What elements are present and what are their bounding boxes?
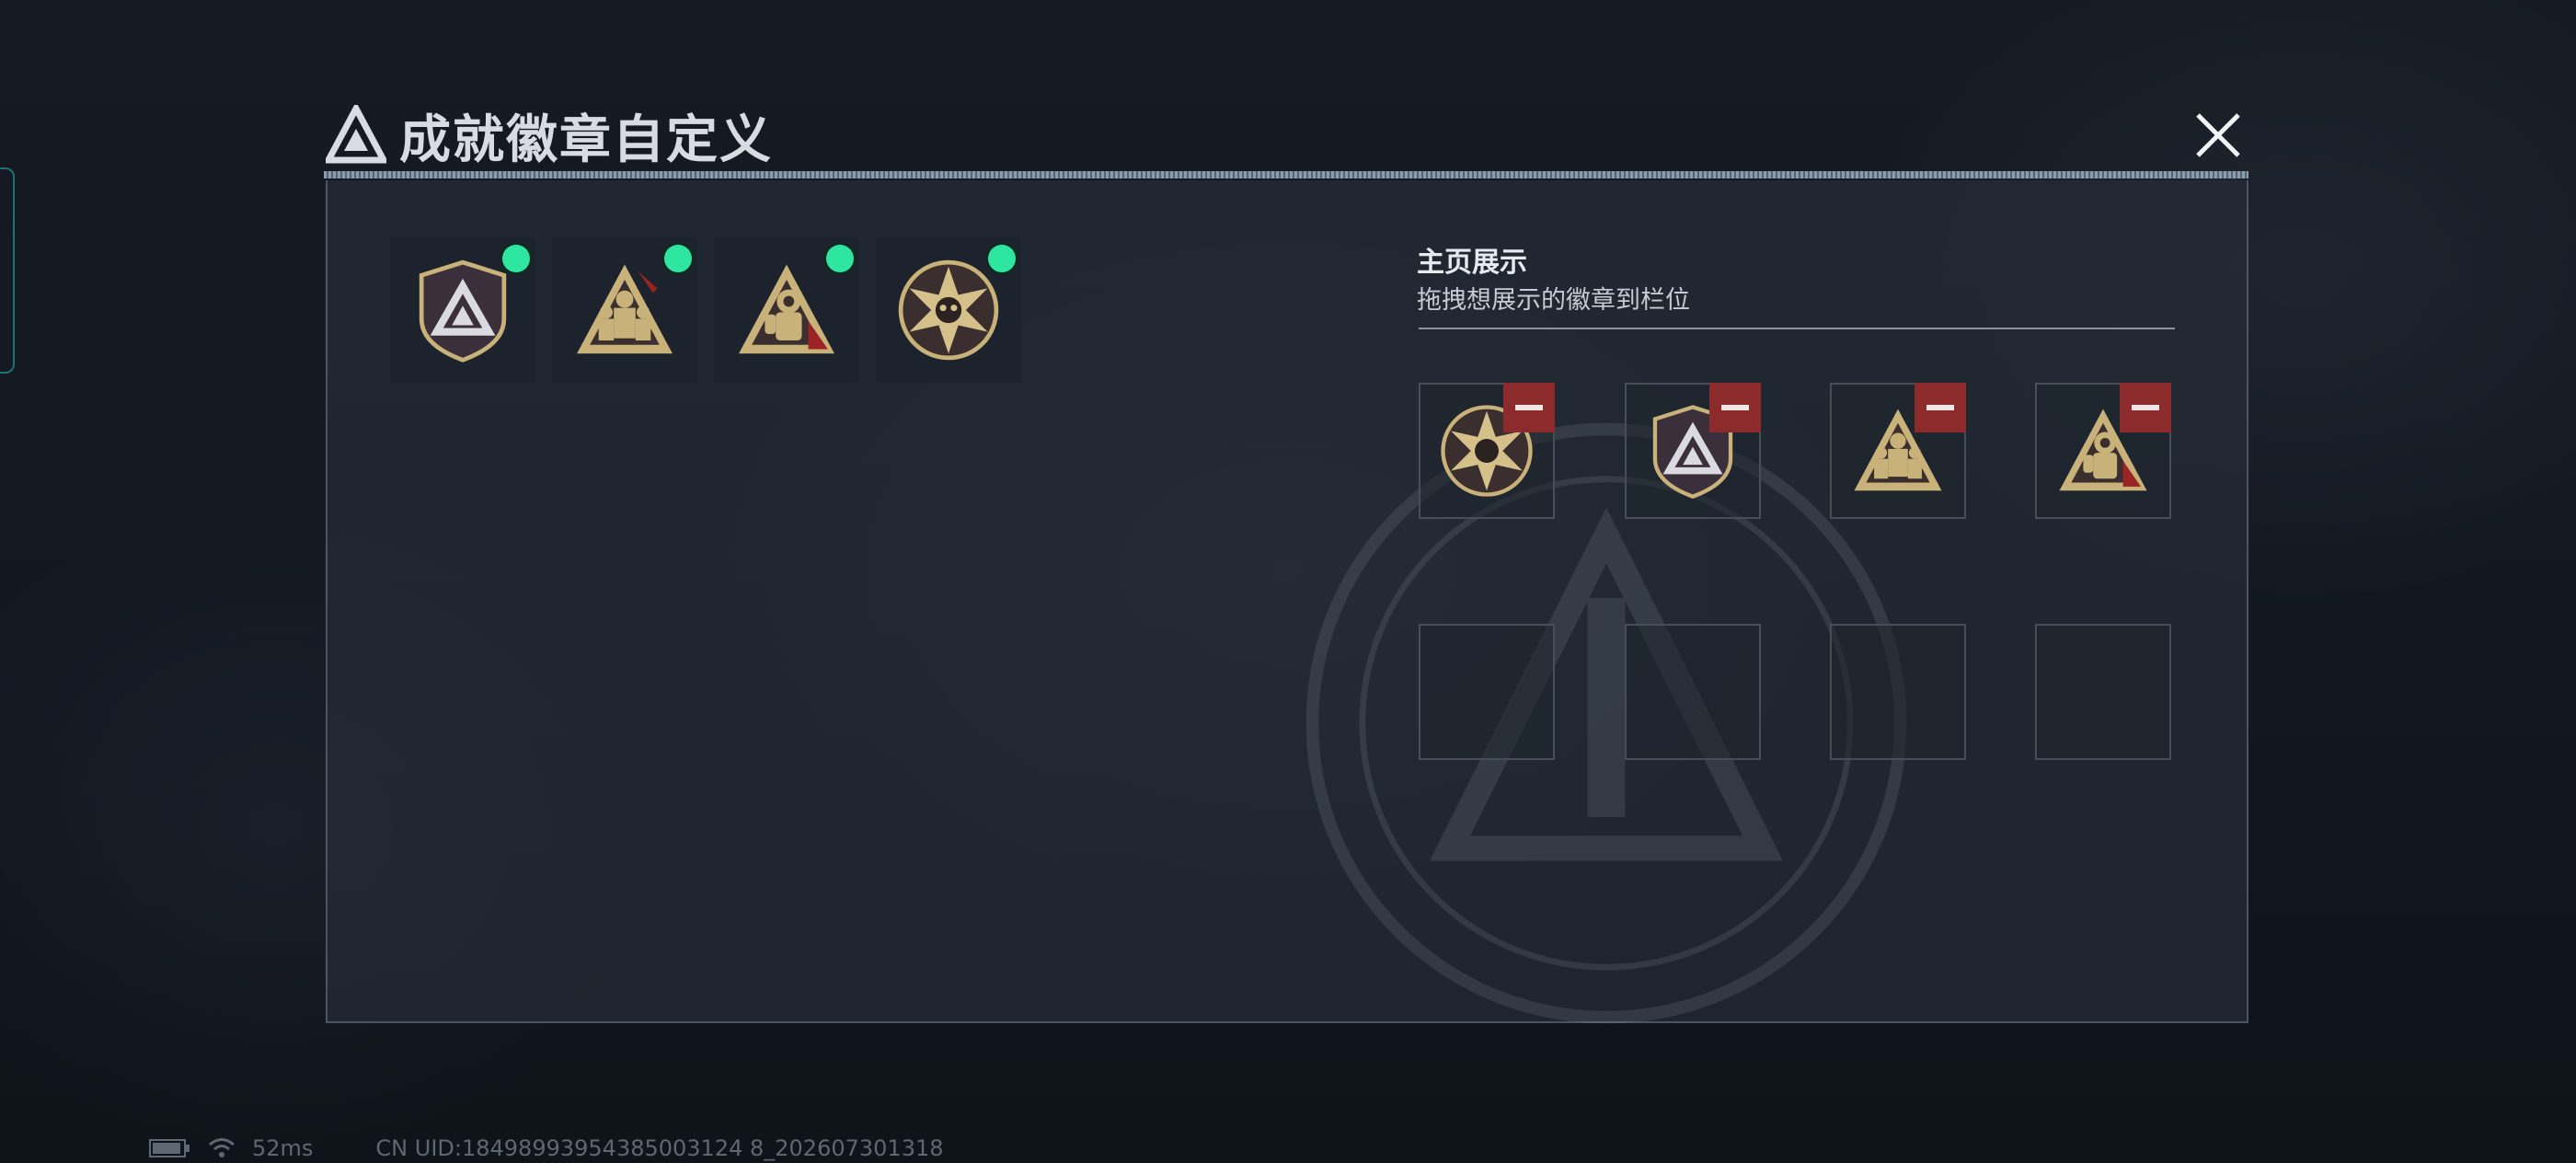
minus-icon — [1721, 405, 1749, 410]
soldiers-triangle-badge-icon — [577, 264, 673, 354]
badge-panel: 主页展示 拖拽想展示的徽章到栏位 — [326, 180, 2248, 1024]
equipped-indicator — [664, 245, 692, 272]
display-slot-6[interactable] — [1625, 624, 1761, 760]
star-skull-badge-icon — [898, 259, 999, 361]
equipped-indicator — [502, 245, 530, 272]
ping-value: 52ms — [252, 1135, 314, 1161]
homepage-section-title: 主页展示 — [1417, 247, 1527, 279]
equipped-indicator — [826, 245, 854, 272]
minus-icon — [2132, 405, 2159, 410]
display-slot-7[interactable] — [1830, 624, 1966, 760]
minus-icon — [1515, 405, 1543, 410]
display-slot-2[interactable] — [1625, 383, 1761, 519]
homepage-divider — [1419, 328, 2175, 329]
hazmat-triangle-badge-icon — [739, 264, 834, 354]
game-logo-icon — [326, 105, 386, 164]
status-bar: 52ms CN UID:18498993954385003124 8_20260… — [149, 1135, 944, 1161]
remove-badge-button[interactable] — [2120, 383, 2171, 432]
display-slot-1[interactable] — [1419, 383, 1555, 519]
owned-badge-slot[interactable] — [552, 237, 697, 383]
close-icon — [2196, 113, 2240, 157]
owned-badges-list — [390, 237, 1021, 383]
owned-badge-slot[interactable] — [714, 237, 859, 383]
equipped-indicator — [988, 245, 1016, 272]
owned-badge-slot[interactable] — [876, 237, 1021, 383]
remove-badge-button[interactable] — [1503, 383, 1555, 432]
display-slot-8[interactable] — [2035, 624, 2171, 760]
header-divider — [324, 171, 2248, 178]
player-uid: CN UID:18498993954385003124 8_2026073013… — [375, 1135, 944, 1161]
dialog-header: 成就徽章自定义 — [326, 99, 773, 171]
close-button[interactable] — [2188, 105, 2248, 166]
remove-badge-button[interactable] — [1709, 383, 1761, 432]
wifi-icon — [209, 1138, 235, 1157]
battery-icon — [149, 1139, 190, 1157]
homepage-section-hint: 拖拽想展示的徽章到栏位 — [1417, 286, 1690, 315]
left-edge-tab[interactable] — [0, 167, 15, 374]
minus-icon — [1926, 405, 1954, 410]
dialog-title: 成就徽章自定义 — [399, 109, 773, 170]
display-slot-5[interactable] — [1419, 624, 1555, 760]
owned-badge-slot[interactable] — [390, 237, 535, 383]
shield-triangle-badge-icon — [419, 259, 507, 363]
remove-badge-button[interactable] — [1915, 383, 1966, 432]
background-emblem-icon — [1305, 422, 1907, 1024]
display-slot-3[interactable] — [1830, 383, 1966, 519]
display-slot-4[interactable] — [2035, 383, 2171, 519]
